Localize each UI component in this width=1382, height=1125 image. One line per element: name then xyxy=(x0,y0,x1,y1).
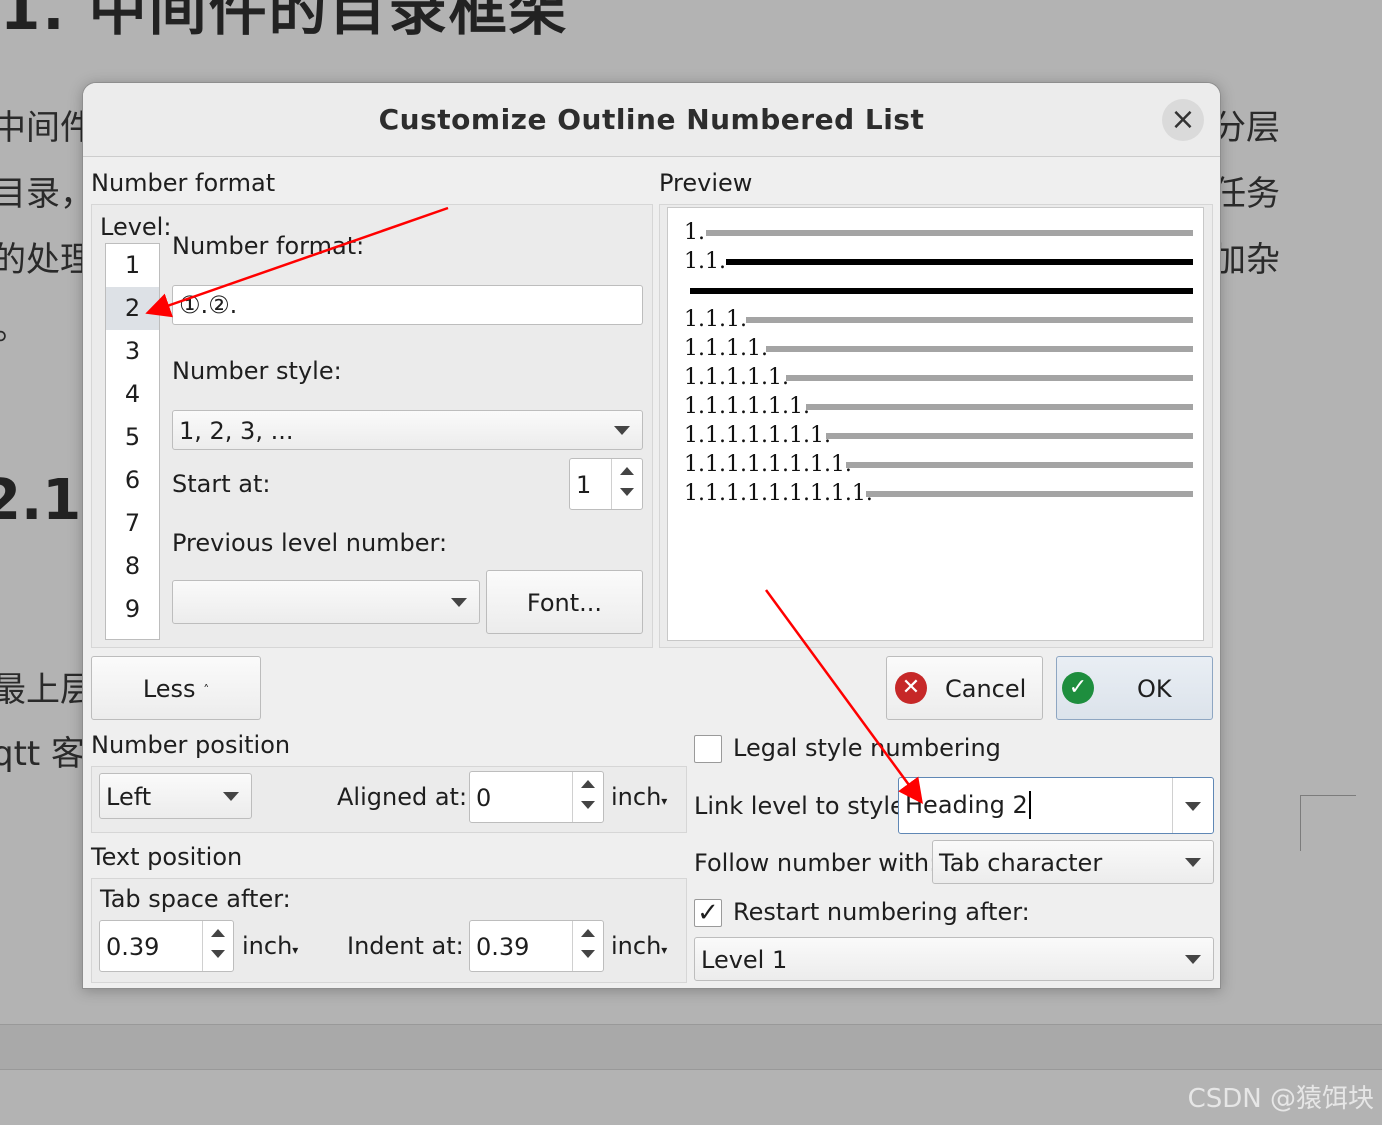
annotation-arrow-link-style xyxy=(764,589,923,805)
annotation-arrows xyxy=(145,206,923,805)
annotation-arrow-level xyxy=(145,206,449,318)
